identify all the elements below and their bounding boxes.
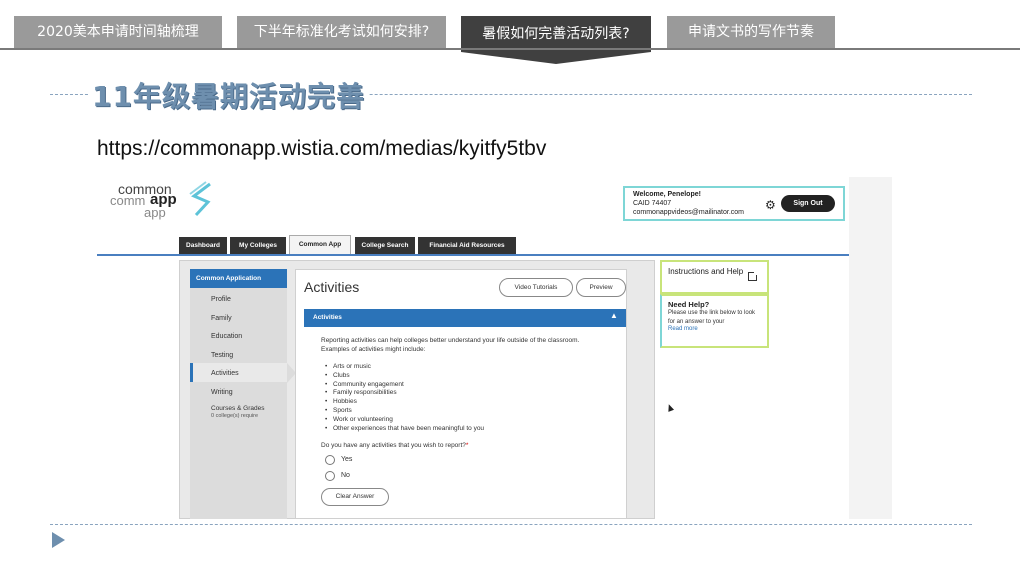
clear-answer-button[interactable]: Clear Answer: [321, 488, 389, 506]
list-item: Arts or music: [325, 363, 484, 372]
sign-out-button[interactable]: Sign Out: [781, 195, 835, 212]
sidebar-active-bg: [193, 363, 287, 382]
list-item: Sports: [325, 407, 484, 416]
list-item: Other experiences that have been meaning…: [325, 425, 484, 434]
sidebar-item-activities[interactable]: Activities: [211, 370, 239, 377]
slide-heading: 11年级暑期活动完善: [88, 75, 369, 115]
active-tab-pointer: [461, 52, 651, 64]
tab-underline: [0, 48, 1020, 50]
collapse-caret-icon[interactable]: ▲: [610, 311, 618, 320]
sidebar-item-testing[interactable]: Testing: [211, 352, 233, 359]
sidebar: [190, 269, 287, 519]
logo-mark-icon: [189, 181, 211, 217]
sidebar-item-writing[interactable]: Writing: [211, 389, 233, 396]
nav-tab-dashboard[interactable]: Dashboard: [179, 237, 227, 254]
commonapp-logo: common comm app app: [110, 181, 220, 221]
external-link-icon[interactable]: [748, 271, 758, 281]
sidebar-courses-subtext: 0 college(s) require: [211, 413, 259, 419]
commonapp-screenshot: common comm app app Welcome, Penelope! C…: [97, 177, 892, 519]
logo-text-comm: comm: [110, 193, 146, 208]
tab-standardized-tests[interactable]: 下半年标准化考试如何安排?: [237, 16, 446, 48]
need-help-box: Need Help? Please use the link below to …: [660, 294, 769, 348]
tab-application-timeline[interactable]: 2020美本申请时间轴梳理: [14, 16, 222, 48]
list-item: Community engagement: [325, 381, 484, 390]
presentation-slide: 2020美本申请时间轴梳理 下半年标准化考试如何安排? 暑假如何完善活动列表? …: [0, 0, 1020, 567]
sidebar-item-profile[interactable]: Profile: [211, 296, 231, 303]
list-item: Family responsibilities: [325, 389, 484, 398]
activity-examples-list: Arts or music Clubs Community engagement…: [325, 363, 484, 433]
sidebar-item-family[interactable]: Family: [211, 315, 232, 322]
play-icon[interactable]: [52, 532, 65, 548]
sidebar-item-education[interactable]: Education: [211, 333, 242, 340]
tab-essay-writing[interactable]: 申请文书的写作节奏: [667, 16, 835, 48]
nav-underline: [97, 254, 849, 256]
need-help-body: Please use the link below to look for an…: [668, 310, 756, 325]
required-mark: *: [465, 442, 469, 449]
sidebar-header[interactable]: Common Application: [190, 269, 287, 288]
radio-no[interactable]: [325, 471, 335, 481]
nav-tab-college-search[interactable]: College Search: [355, 237, 415, 254]
screenshot-margin: [849, 177, 892, 519]
nav-tab-financial-aid[interactable]: Financial Aid Resources: [418, 237, 516, 254]
radio-no-label[interactable]: No: [341, 472, 350, 479]
mouse-cursor-icon: [665, 403, 675, 412]
report-activities-question: Do you have any activities that you wish…: [321, 442, 468, 449]
video-url-link[interactable]: https://commonapp.wistia.com/medias/kyit…: [97, 137, 546, 161]
gear-icon[interactable]: ⚙: [765, 198, 776, 212]
logo-text-app: app: [144, 205, 166, 220]
video-tutorials-button[interactable]: Video Tutorials: [499, 278, 573, 297]
need-help-title: Need Help?: [668, 300, 710, 309]
nav-tab-my-colleges[interactable]: My Colleges: [230, 237, 286, 254]
page-title: Activities: [304, 279, 360, 295]
radio-yes[interactable]: [325, 455, 335, 465]
nav-tab-common-app[interactable]: Common App: [289, 235, 351, 254]
list-item: Hobbies: [325, 398, 484, 407]
sidebar-item-courses-grades[interactable]: Courses & Grades: [211, 405, 264, 412]
tab-summer-activities[interactable]: 暑假如何完善活动列表?: [461, 16, 651, 52]
radio-yes-label[interactable]: Yes: [341, 456, 352, 463]
activities-section-header[interactable]: Activities: [304, 309, 626, 327]
question-text: Do you have any activities that you wish…: [321, 442, 466, 449]
read-more-link[interactable]: Read more: [668, 326, 767, 332]
list-item: Clubs: [325, 372, 484, 381]
list-item: Work or volunteering: [325, 416, 484, 425]
bottom-dashed-rule: [50, 524, 972, 525]
instructions-help-title: Instructions and Help: [668, 267, 744, 276]
activities-intro: Reporting activities can help colleges b…: [321, 337, 580, 353]
preview-button[interactable]: Preview: [576, 278, 626, 297]
sidebar-active-indicator: [190, 363, 193, 382]
